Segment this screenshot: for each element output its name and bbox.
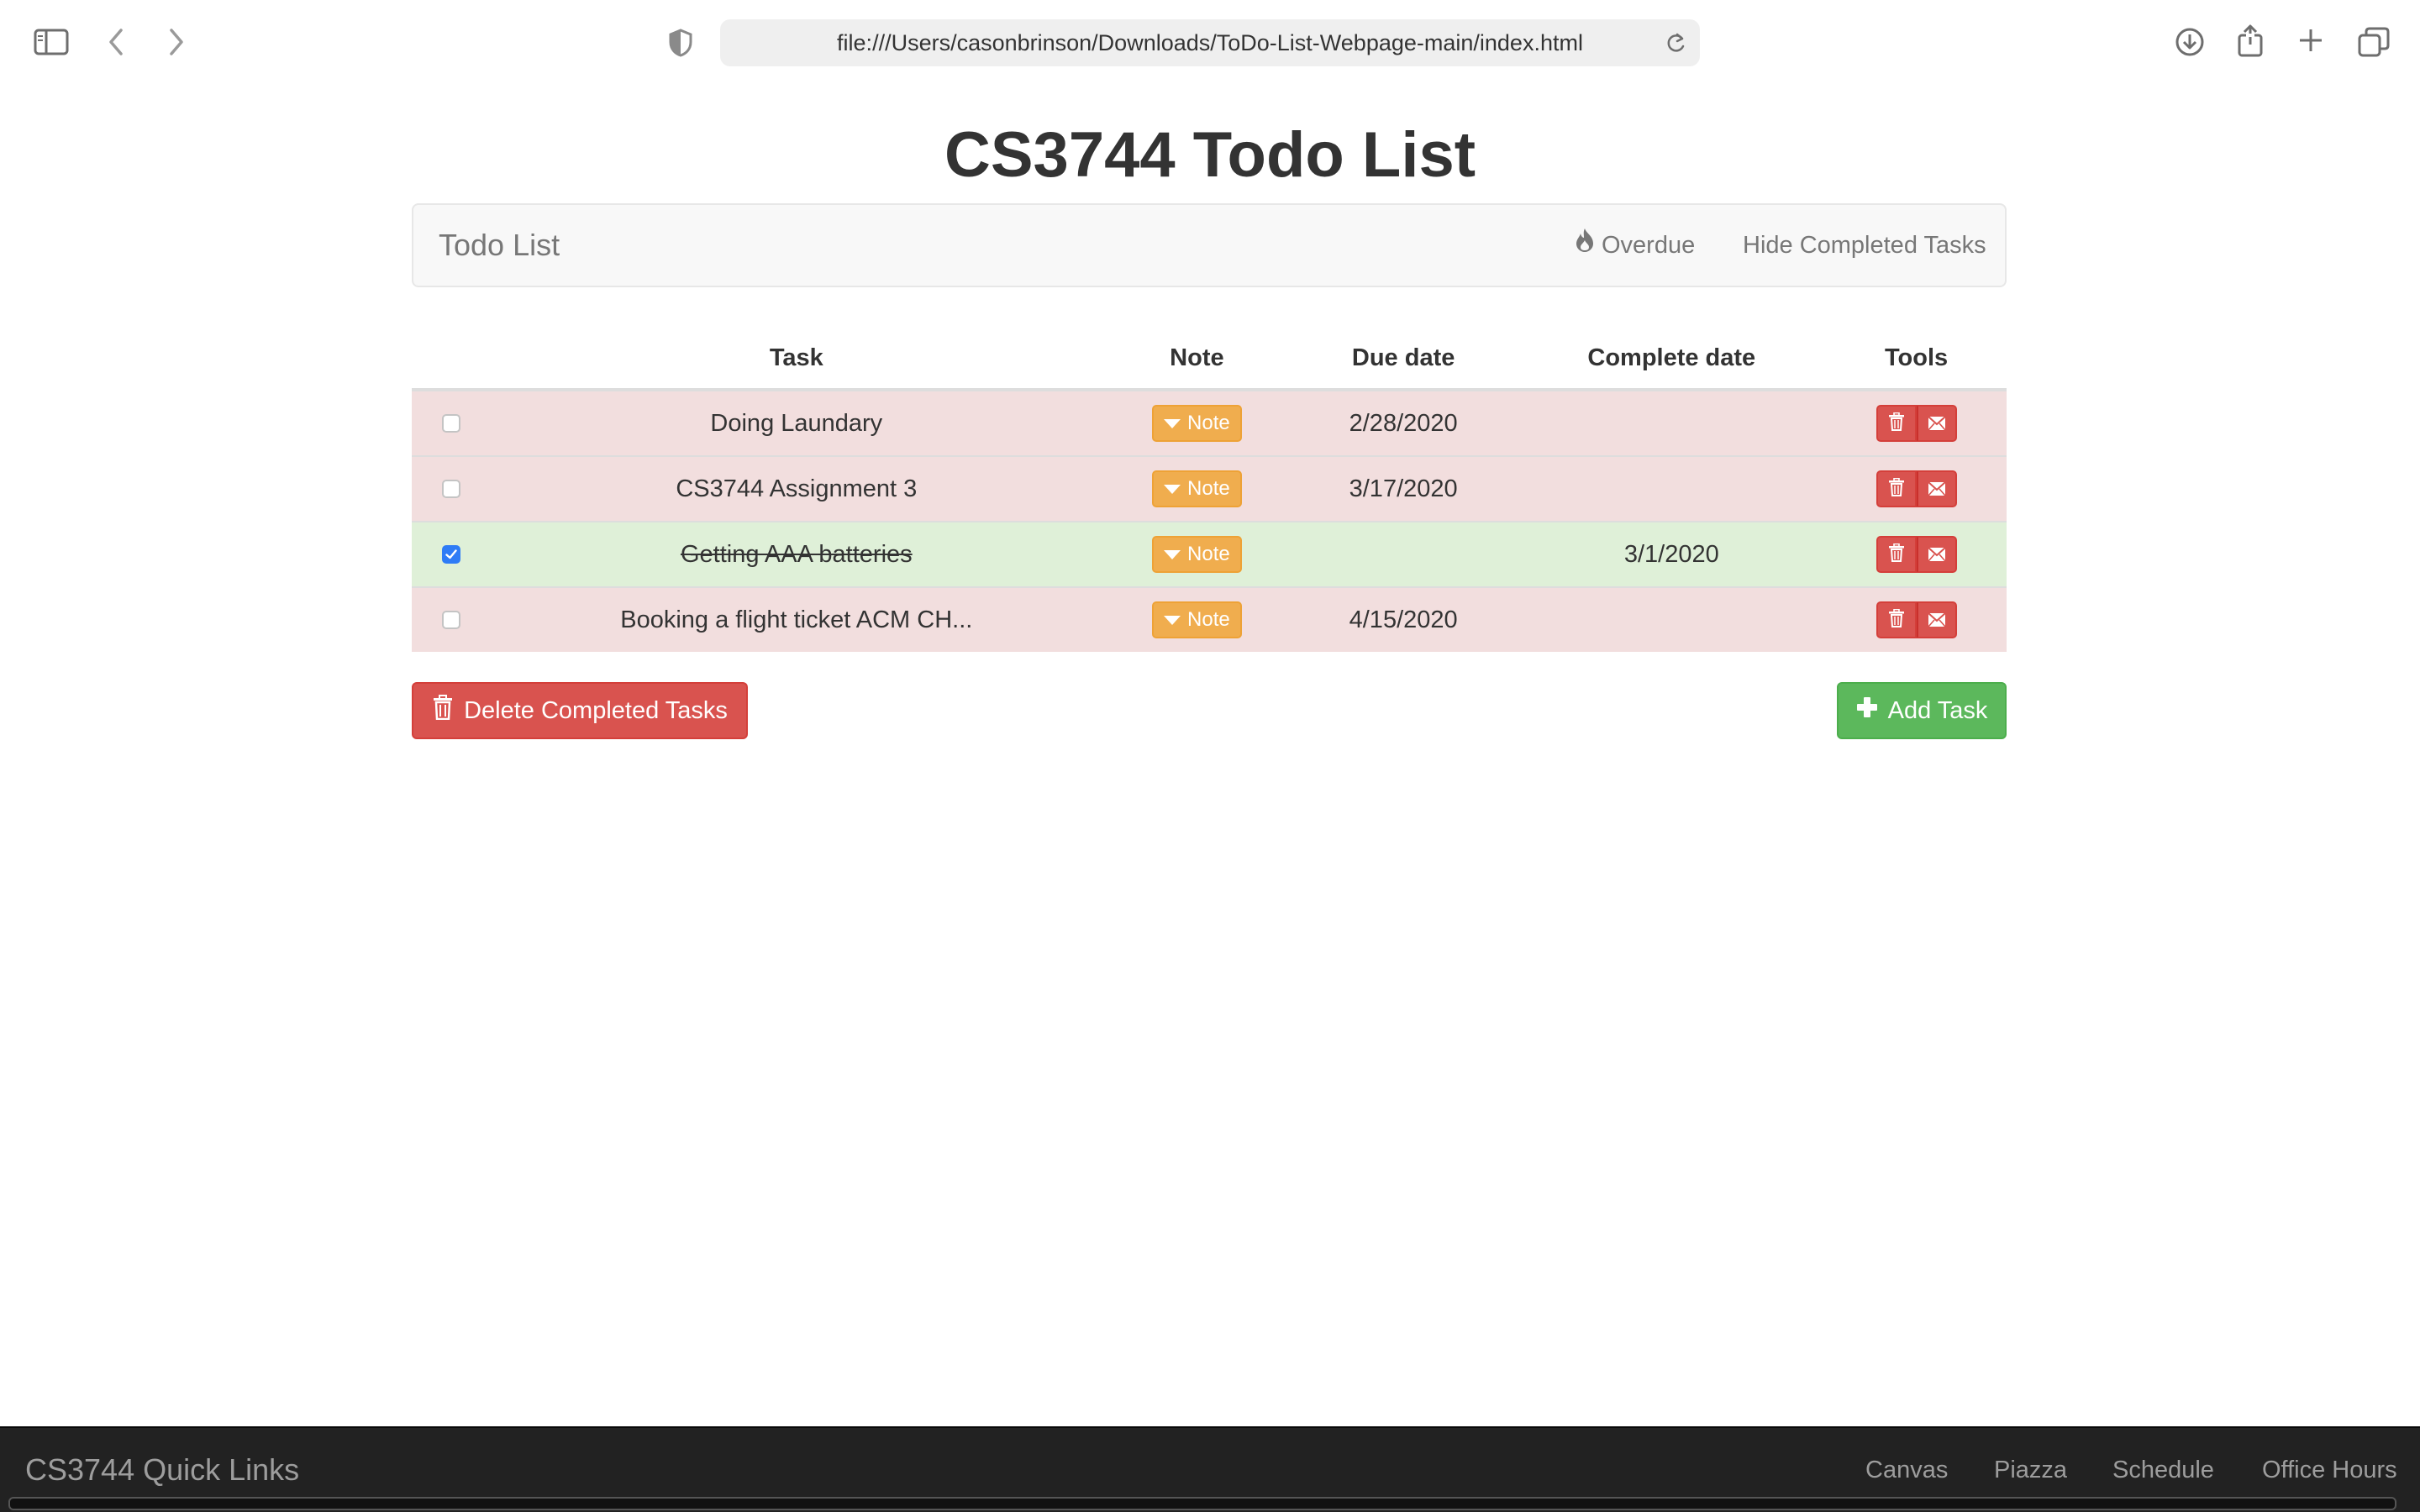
- caret-down-icon: [1164, 615, 1181, 625]
- forward-icon[interactable]: [168, 27, 185, 57]
- envelope-icon: [1927, 606, 1946, 634]
- tools-cell: [1826, 586, 2007, 652]
- complete-date: 3/1/2020: [1517, 521, 1827, 587]
- shield-icon[interactable]: [669, 29, 692, 57]
- task-table: Task Note Due date Complete date Tools D…: [412, 328, 2007, 652]
- email-task-button[interactable]: [1916, 470, 1957, 507]
- note-cell: Note: [1103, 389, 1290, 456]
- row-checkbox-cell: [412, 455, 489, 522]
- note-label: Note: [1187, 608, 1230, 631]
- header-tools: Tools: [1826, 328, 2007, 391]
- task-checkbox[interactable]: [442, 414, 460, 433]
- complete-date: [1517, 455, 1827, 522]
- task-name: CS3744 Assignment 3: [488, 455, 1104, 522]
- due-date: 2/28/2020: [1289, 389, 1518, 456]
- sidebar-icon[interactable]: [34, 29, 69, 55]
- table-row: Getting AAA batteries Note 3/1/2020: [412, 521, 2007, 587]
- complete-date: [1517, 586, 1827, 652]
- trash-icon: [1888, 475, 1905, 503]
- hide-completed-link[interactable]: Hide Completed Tasks: [1743, 205, 1986, 286]
- complete-date: [1517, 389, 1827, 456]
- task-checkbox[interactable]: [442, 545, 460, 564]
- table-row: Doing Laundary Note 2/28/2020: [412, 389, 2007, 456]
- caret-down-icon: [1164, 484, 1181, 494]
- note-button[interactable]: Note: [1152, 601, 1242, 638]
- caret-down-icon: [1164, 549, 1181, 559]
- share-icon[interactable]: [2237, 24, 2264, 57]
- note-button[interactable]: Note: [1152, 536, 1242, 573]
- trash-icon: [1888, 410, 1905, 438]
- task-name: Getting AAA batteries: [488, 521, 1104, 587]
- row-checkbox-cell: [412, 389, 489, 456]
- tool-group: [1876, 601, 1957, 638]
- delete-task-button[interactable]: [1876, 470, 1917, 507]
- browser-toolbar: file:///Users/casonbrinson/Downloads/ToD…: [0, 0, 2420, 84]
- overdue-filter-link[interactable]: Overdue: [1575, 205, 1695, 286]
- task-checkbox[interactable]: [442, 480, 460, 498]
- row-checkbox-cell: [412, 586, 489, 652]
- back-icon[interactable]: [108, 27, 124, 57]
- note-label: Note: [1187, 412, 1230, 434]
- row-checkbox-cell: [412, 521, 489, 587]
- horizontal-scrollbar[interactable]: [8, 1497, 2396, 1510]
- header-checkbox: [412, 328, 489, 391]
- trash-icon: [1888, 541, 1905, 569]
- note-cell: Note: [1103, 521, 1290, 587]
- delete-completed-button[interactable]: Delete Completed Tasks: [412, 682, 748, 739]
- tool-group: [1876, 536, 1957, 573]
- due-date: [1289, 521, 1518, 587]
- url-bar[interactable]: file:///Users/casonbrinson/Downloads/ToD…: [720, 19, 1700, 66]
- reload-icon[interactable]: [1665, 31, 1686, 60]
- todo-navbar: Todo List Overdue Hide Completed Tasks: [412, 203, 2007, 287]
- envelope-icon: [1927, 475, 1946, 503]
- delete-task-button[interactable]: [1876, 405, 1917, 442]
- task-checkbox[interactable]: [442, 611, 460, 629]
- tools-cell: [1826, 521, 2007, 587]
- delete-task-button[interactable]: [1876, 536, 1917, 573]
- add-task-button[interactable]: Add Task: [1837, 682, 2007, 739]
- delete-task-button[interactable]: [1876, 601, 1917, 638]
- note-button[interactable]: Note: [1152, 405, 1242, 442]
- caret-down-icon: [1164, 418, 1181, 428]
- tool-group: [1876, 470, 1957, 507]
- task-name: Doing Laundary: [488, 389, 1104, 456]
- tools-cell: [1826, 389, 2007, 456]
- note-label: Note: [1187, 477, 1230, 500]
- due-date: 4/15/2020: [1289, 586, 1518, 652]
- note-cell: Note: [1103, 455, 1290, 522]
- overdue-label: Overdue: [1602, 232, 1696, 259]
- add-task-label: Add Task: [1887, 696, 1988, 724]
- table-row: Booking a flight ticket ACM CH... Note 4/1…: [412, 586, 2007, 652]
- table-row: CS3744 Assignment 3 Note 3/17/2020: [412, 455, 2007, 522]
- trash-icon: [432, 695, 454, 727]
- envelope-icon: [1927, 410, 1946, 438]
- header-task: Task: [488, 328, 1104, 391]
- note-label: Note: [1187, 543, 1230, 565]
- tools-cell: [1826, 455, 2007, 522]
- header-due-date: Due date: [1289, 328, 1518, 391]
- envelope-icon: [1927, 541, 1946, 569]
- delete-completed-label: Delete Completed Tasks: [464, 696, 728, 724]
- header-note: Note: [1103, 328, 1290, 391]
- download-icon[interactable]: [2175, 27, 2205, 57]
- table-header-row: Task Note Due date Complete date Tools: [412, 328, 2007, 391]
- email-task-button[interactable]: [1916, 536, 1957, 573]
- trash-icon: [1888, 606, 1905, 634]
- due-date: 3/17/2020: [1289, 455, 1518, 522]
- navbar-brand[interactable]: Todo List: [439, 205, 560, 286]
- new-tab-icon[interactable]: [2297, 27, 2324, 54]
- email-task-button[interactable]: [1916, 601, 1957, 638]
- tool-group: [1876, 405, 1957, 442]
- url-text: file:///Users/casonbrinson/Downloads/ToD…: [837, 29, 1583, 55]
- fire-icon: [1575, 205, 1595, 286]
- note-cell: Note: [1103, 586, 1290, 652]
- header-complete-date: Complete date: [1517, 328, 1827, 391]
- tabs-overview-icon[interactable]: [2358, 27, 2390, 57]
- email-task-button[interactable]: [1916, 405, 1957, 442]
- task-name: Booking a flight ticket ACM CH...: [488, 586, 1104, 652]
- note-button[interactable]: Note: [1152, 470, 1242, 507]
- page-title: CS3744 Todo List: [944, 119, 1476, 191]
- plus-icon: [1856, 696, 1878, 725]
